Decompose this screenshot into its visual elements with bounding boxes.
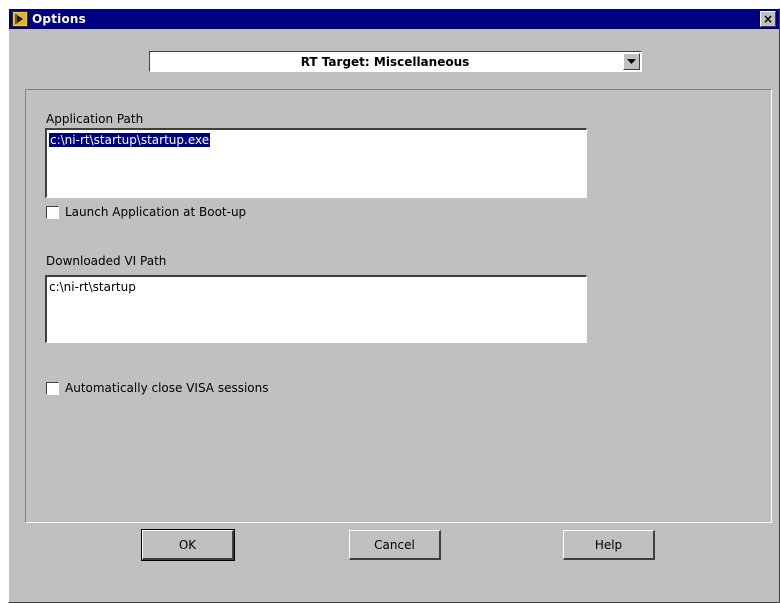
window-title: Options: [32, 12, 86, 26]
close-visa-option[interactable]: Automatically close VISA sessions: [46, 381, 268, 395]
help-button[interactable]: Help: [563, 530, 655, 560]
application-path-input[interactable]: c:\ni-rt\startup\startup.exe: [45, 128, 587, 198]
launch-at-boot-option[interactable]: Launch Application at Boot-up: [46, 205, 246, 219]
options-dialog: Options × RT Target: Miscellaneous Appli…: [8, 8, 780, 603]
downloaded-vi-path-value: c:\ni-rt\startup: [49, 280, 136, 294]
ok-button[interactable]: OK: [141, 529, 235, 561]
cancel-button[interactable]: Cancel: [349, 530, 441, 560]
launch-at-boot-checkbox[interactable]: [46, 205, 59, 219]
downloaded-vi-path-label: Downloaded VI Path: [46, 254, 167, 268]
chevron-down-icon: [627, 58, 636, 64]
close-icon: ×: [762, 12, 774, 26]
close-visa-checkbox[interactable]: [46, 381, 59, 395]
downloaded-vi-path-input[interactable]: c:\ni-rt\startup: [45, 275, 587, 343]
launch-at-boot-label: Launch Application at Boot-up: [65, 205, 247, 219]
title-bar[interactable]: Options ×: [9, 9, 779, 29]
application-path-value: c:\ni-rt\startup\startup.exe: [49, 133, 211, 147]
category-selected-value: RT Target: Miscellaneous: [300, 54, 470, 69]
close-button[interactable]: ×: [760, 11, 776, 27]
close-visa-label: Automatically close VISA sessions: [65, 381, 269, 395]
dropdown-button[interactable]: [623, 53, 640, 70]
application-path-label: Application Path: [46, 112, 144, 126]
settings-panel: Application Path c:\ni-rt\startup\startu…: [25, 89, 772, 523]
labview-app-icon: [12, 11, 28, 27]
category-dropdown[interactable]: RT Target: Miscellaneous: [149, 51, 642, 72]
